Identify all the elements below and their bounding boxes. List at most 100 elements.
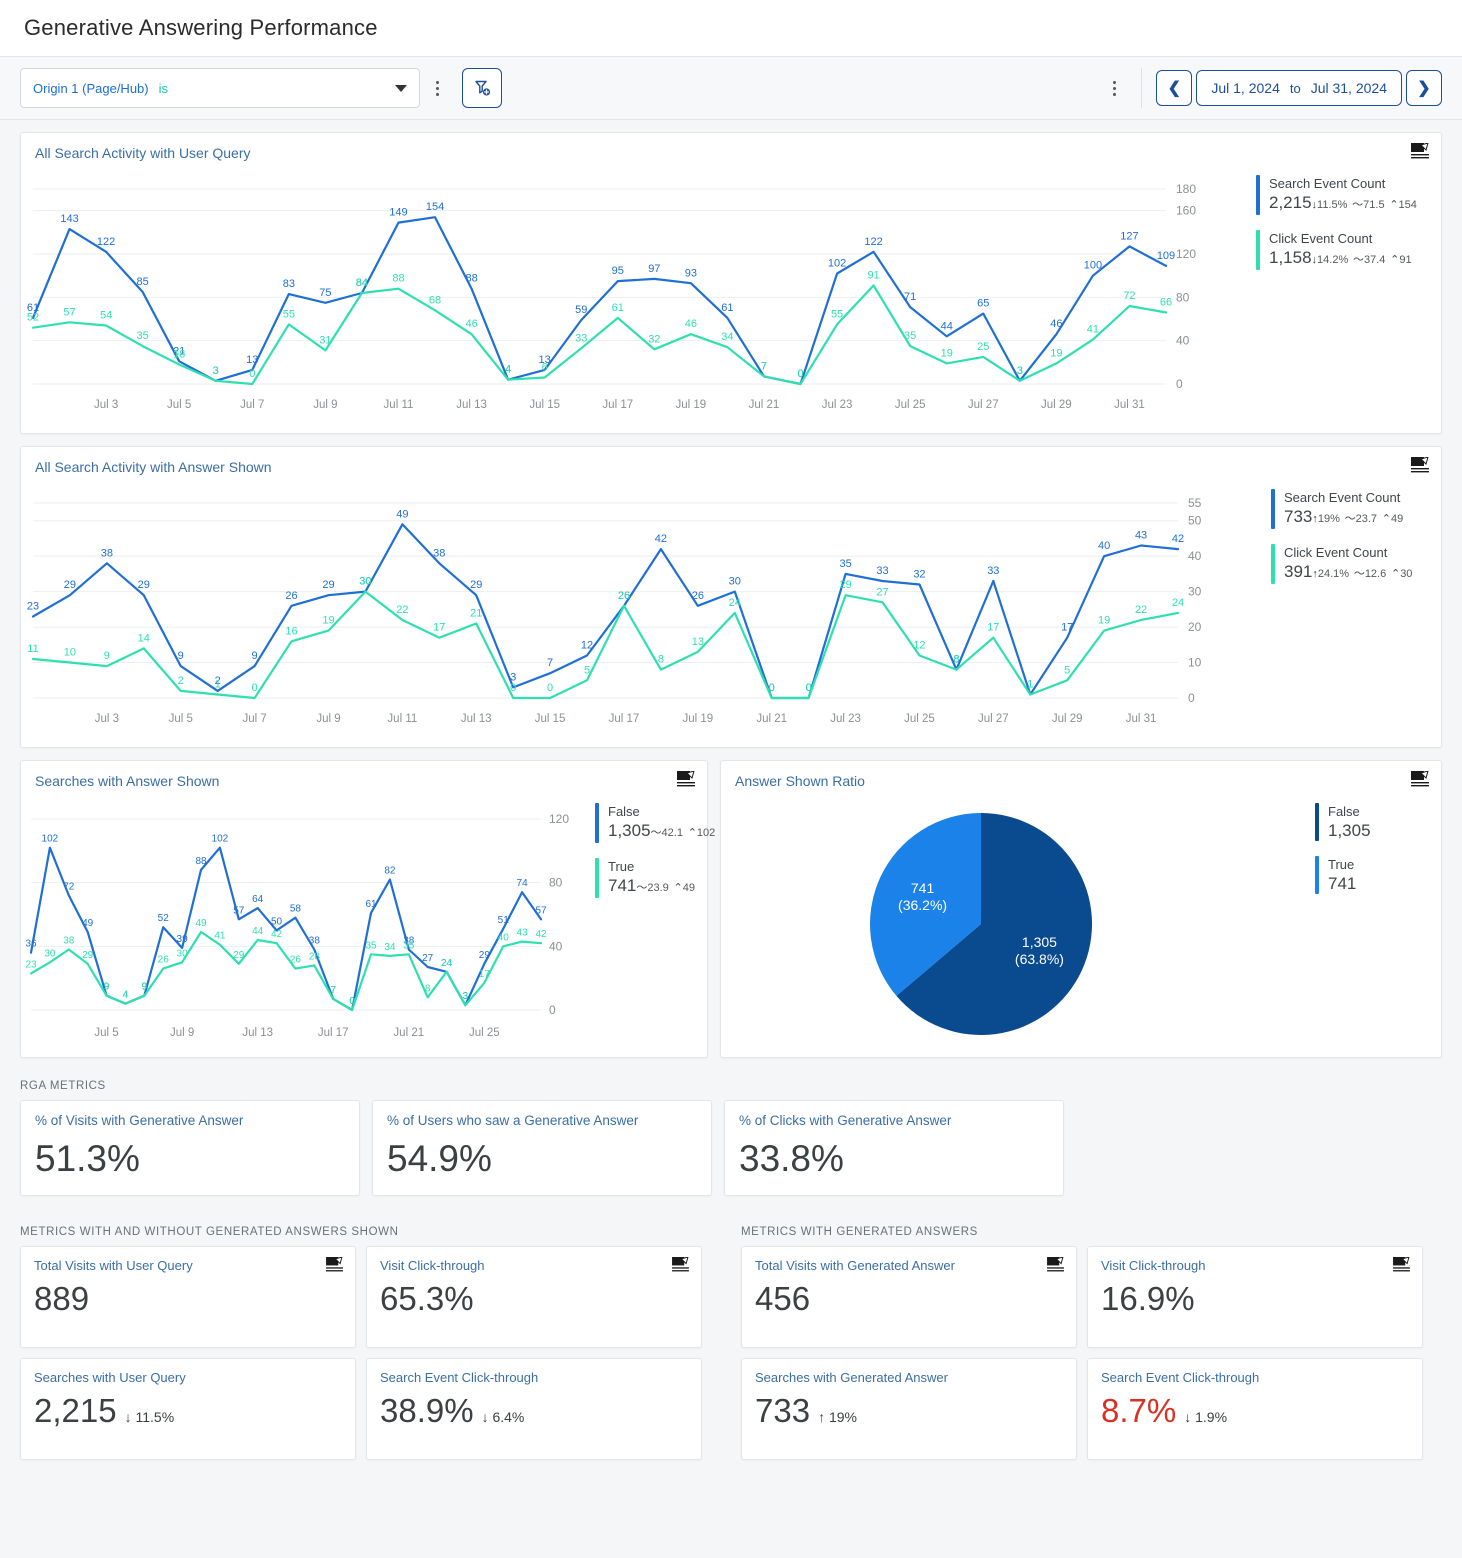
svg-text:Jul 11: Jul 11 [384,399,414,411]
tile-searches-with-user-query[interactable]: Searches with User Query 2,215 ↓ 11.5% [20,1358,356,1460]
filter-more-options-icon[interactable] [424,71,450,105]
legend-label: Click Event Count [1269,231,1373,246]
svg-text:9: 9 [104,982,110,993]
date-tools: ❮ Jul 1, 2024 to Jul 31, 2024 ❯ [1097,68,1442,108]
svg-text:32: 32 [913,569,925,581]
svg-text:43: 43 [517,928,529,939]
dashboard-more-options-icon[interactable] [1101,71,1127,105]
tile-total-visits-with-generated-answer[interactable]: Total Visits with Generated Answer 456 [741,1246,1077,1348]
svg-text:80: 80 [549,876,563,890]
svg-text:35: 35 [904,330,916,342]
svg-text:Jul 13: Jul 13 [456,399,487,411]
svg-text:55: 55 [831,308,843,320]
tile-search-event-click-through-left[interactable]: Search Event Click-through 38.9% ↓ 6.4% [366,1358,702,1460]
export-chart-icon[interactable] [1411,143,1429,159]
legend-item[interactable]: False 1,305〜42.1 ⌃102 [595,803,715,844]
tile-search-event-click-through-right[interactable]: Search Event Click-through 8.7% ↓ 1.9% [1087,1358,1423,1460]
svg-text:39: 39 [177,934,189,945]
metrics-right-section-label: METRICS WITH GENERATED ANSWERS [741,1226,978,1238]
export-chart-icon[interactable] [326,1257,343,1272]
export-chart-icon[interactable] [1047,1257,1064,1272]
svg-text:19: 19 [322,615,334,627]
svg-text:3: 3 [1017,365,1023,377]
svg-text:61: 61 [365,899,377,910]
svg-text:80: 80 [1176,290,1190,304]
kpi-card-visits-with-generative-answer[interactable]: % of Visits with Generative Answer 51.3% [20,1100,360,1196]
tile-searches-with-generated-answer[interactable]: Searches with Generated Answer 733 ↑ 19% [741,1358,1077,1460]
origin-filter-select[interactable]: Origin 1 (Page/Hub) is [20,68,420,108]
svg-text:Jul 7: Jul 7 [242,713,266,725]
svg-text:22: 22 [1135,604,1147,616]
legend-value: 1,305 [1328,821,1371,840]
rga-kpi-row: % of Visits with Generative Answer 51.3%… [20,1100,1442,1196]
svg-text:44: 44 [252,926,264,937]
svg-text:34: 34 [384,942,396,953]
svg-text:26: 26 [618,590,630,602]
svg-text:102: 102 [42,834,59,845]
svg-text:122: 122 [864,236,882,248]
legend-item[interactable]: Search Event Count 2,215↓11.5% 〜71.5 ⌃15… [1256,175,1417,216]
svg-text:180: 180 [1176,182,1196,196]
legend-item[interactable]: Click Event Count 1,158↓14.2% 〜37.4 ⌃91 [1256,230,1417,271]
svg-text:0: 0 [547,682,553,694]
line-chart-all-search-answer-shown: 0102030405055232938299292629 304938293712… [27,496,1202,725]
svg-text:1: 1 [215,678,221,690]
kpi-title: % of Clicks with Generative Answer [739,1113,952,1128]
svg-text:29: 29 [64,579,76,591]
metrics-right-tiles: Total Visits with Generated Answer 456 V… [741,1246,1442,1460]
chart-canvas-2: 0 10 20 30 40 50 55 23 29 38 29 9 2 9 26 29 30 49 38 29 3 7 12… [21,475,1441,740]
export-chart-icon[interactable] [677,771,695,787]
export-chart-icon[interactable] [1411,457,1429,473]
svg-text:30: 30 [1188,585,1202,599]
svg-text:149: 149 [389,207,407,219]
legend-item[interactable]: True 741〜23.9 ⌃49 [595,858,715,899]
svg-text:29: 29 [470,579,482,591]
svg-text:75: 75 [319,287,331,299]
legend-item[interactable]: False 1,305 [1315,803,1371,842]
export-chart-icon[interactable] [1411,771,1429,787]
svg-text:120: 120 [549,812,569,826]
tile-value: 38.9% ↓ 6.4% [380,1392,525,1429]
svg-text:57: 57 [535,905,547,916]
svg-text:55: 55 [283,308,295,320]
legend-item[interactable]: Click Event Count 391↑24.1% 〜12.6 ⌃30 [1271,544,1412,585]
svg-text:12: 12 [581,639,593,651]
kpi-card-clicks-with-generative-answer[interactable]: % of Clicks with Generative Answer 33.8% [724,1100,1064,1196]
panel-title: All Search Activity with Answer Shown [35,459,272,475]
svg-text:20: 20 [1188,620,1202,634]
svg-text:40: 40 [549,939,563,953]
export-chart-icon[interactable] [672,1257,689,1272]
svg-text:1: 1 [1027,678,1033,690]
filter-field-label: Origin 1 (Page/Hub) [33,80,149,96]
svg-text:5: 5 [1064,664,1070,676]
export-chart-icon[interactable] [1393,1257,1410,1272]
legend-item[interactable]: Search Event Count 733↑19% 〜23.7 ⌃49 [1271,489,1412,530]
previous-period-button[interactable]: ❮ [1156,70,1193,106]
svg-text:8: 8 [425,983,431,994]
legend-label: Search Event Count [1284,490,1401,505]
svg-text:Jul 3: Jul 3 [94,399,118,411]
svg-text:68: 68 [429,294,441,306]
legend-label: False [608,804,640,819]
tile-visit-click-through-right[interactable]: Visit Click-through 16.9% [1087,1246,1423,1348]
svg-text:6: 6 [542,362,548,374]
legend-value: 741〜23.9 ⌃49 [608,876,695,895]
next-period-button[interactable]: ❯ [1406,70,1442,106]
chevron-down-icon[interactable] [395,84,407,92]
svg-text:23: 23 [27,600,39,612]
kpi-card-users-who-saw-generative-answer[interactable]: % of Users who saw a Generative Answer 5… [372,1100,712,1196]
tile-delta: ↑ 19% [818,1409,857,1425]
legend-chart-2: Search Event Count 733↑19% 〜23.7 ⌃49 Cli… [1271,489,1412,599]
tile-visit-click-through-left[interactable]: Visit Click-through 65.3% [366,1246,702,1348]
date-range-separator: to [1289,80,1301,96]
svg-text:8: 8 [953,654,959,666]
svg-text:59: 59 [575,304,587,316]
svg-text:741: 741 [911,880,935,896]
svg-text:49: 49 [396,508,408,520]
legend-item[interactable]: True 741 [1315,856,1371,895]
tile-total-visits-with-user-query[interactable]: Total Visits with User Query 889 [20,1246,356,1348]
date-range-picker[interactable]: Jul 1, 2024 to Jul 31, 2024 [1196,70,1402,106]
add-filter-button[interactable] [462,68,502,108]
svg-text:55: 55 [1188,496,1202,510]
kpi-title: % of Users who saw a Generative Answer [387,1113,639,1128]
